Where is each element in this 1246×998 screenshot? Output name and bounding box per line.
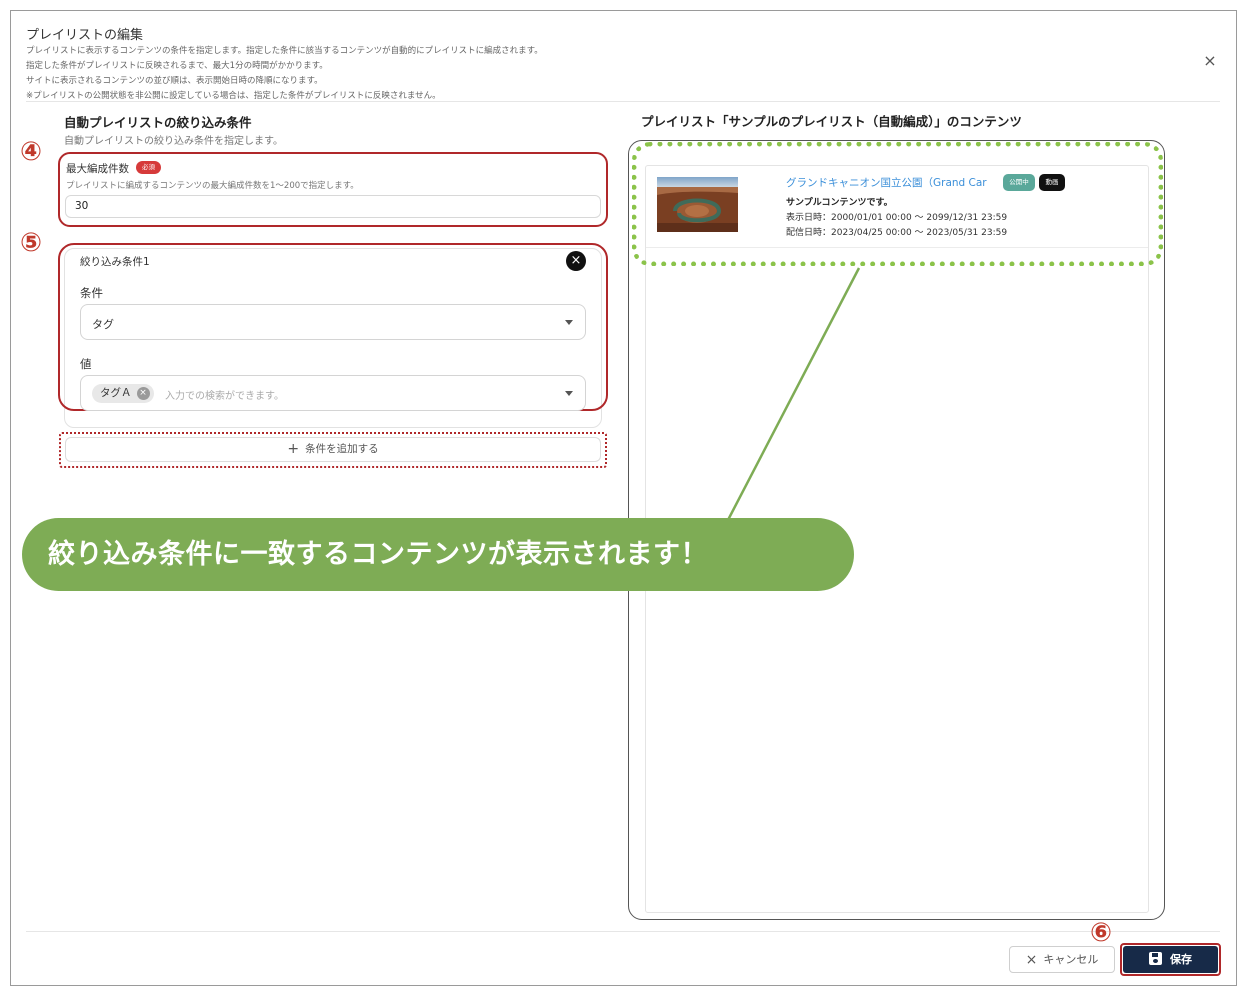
save-highlight xyxy=(1120,943,1221,976)
connector-line xyxy=(726,267,861,521)
step-6-marker: ⑥ xyxy=(1090,918,1113,948)
footer-divider xyxy=(26,931,1220,932)
close-icon: × xyxy=(1025,952,1038,968)
annotation-banner: 絞り込み条件に一致するコンテンツが表示されます！ xyxy=(22,518,854,591)
cancel-label: キャンセル xyxy=(1043,953,1099,966)
cancel-button[interactable]: × キャンセル xyxy=(1009,946,1115,973)
